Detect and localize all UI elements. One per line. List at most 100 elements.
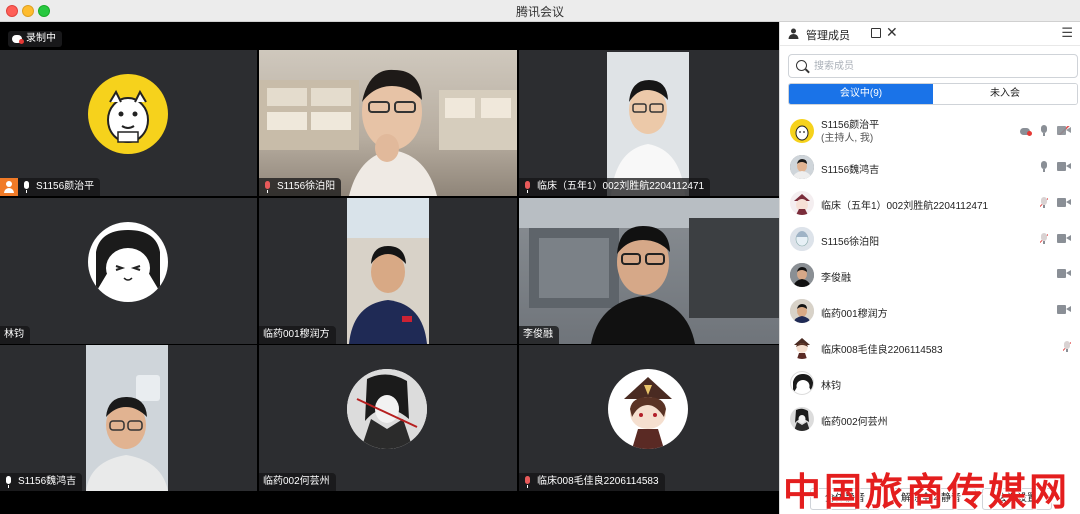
microphone-icon[interactable] [1040,161,1048,172]
list-item[interactable]: S1156颜治平 (主持人, 我) [780,113,1080,149]
members-icon [788,28,799,39]
member-name: 临药002何芸州 [821,417,888,428]
video-tile[interactable]: 林钧 [0,198,257,344]
avatar [790,263,814,287]
avatar [790,227,814,251]
participant-name: S1156颜治平 [36,181,95,192]
video-tile[interactable]: 李俊融 [519,198,779,344]
participant-name-label: 林钧 [0,326,30,344]
participant-name: 临药001穆润方 [263,329,330,340]
list-item[interactable]: 李俊融 [780,257,1080,293]
video-tile[interactable]: S1156魏鸿吉 [0,345,257,491]
tab-in-meeting[interactable]: 会议中(9) [789,84,933,104]
video-tile[interactable]: S1156颜治平 [0,50,257,196]
members-panel: 管理成员 ✕ ☰ 会议中(9) 未入会 S1156颜治平 (主持人, 我) [779,22,1080,514]
video-tile[interactable]: 临床008毛佳良2206114583 [519,345,779,491]
member-role: (主持人, 我) [821,133,874,144]
member-name: 临床008毛佳良2206114583 [821,345,943,356]
video-tile[interactable]: 临药001穆润方 [259,198,517,344]
cloud-record-icon [12,35,24,44]
video-tile[interactable]: 临药002何芸州 [259,345,517,491]
avatar [790,191,814,215]
tab-not-joined[interactable]: 未入会 [933,84,1077,104]
menu-icon[interactable]: ☰ [1061,26,1073,40]
participant-name: 临药002何芸州 [263,476,330,487]
member-status-icons [1020,125,1071,136]
microphone-muted-icon[interactable] [1040,233,1048,244]
participant-name-label: S1156魏鸿吉 [0,473,83,491]
microphone-icon [22,181,31,193]
avatar [790,335,814,359]
member-name: 临床（五年1）002刘胜航2204112471 [821,201,989,212]
microphone-icon[interactable] [1040,125,1048,136]
video-tile[interactable]: 临床（五年1）002刘胜航2204112471 [519,50,779,196]
participant-name-label: S1156颜治平 [0,178,101,196]
panel-header: 管理成员 ✕ ☰ [780,22,1080,46]
video-grid: S1156颜治平 S1156徐泊阳 临床（五年1）002刘胜航220411247… [0,22,779,514]
list-item[interactable]: 临床008毛佳良2206114583 [780,329,1080,365]
watermark-text: 中国旅商传媒网 [783,469,1071,514]
list-item[interactable]: 临床（五年1）002刘胜航2204112471 [780,185,1080,221]
video-tile[interactable]: S1156徐泊阳 [259,50,517,196]
member-name: 临药001穆润方 [821,309,888,320]
list-item[interactable]: S1156徐泊阳 [780,221,1080,257]
camera-icon[interactable] [1057,305,1071,314]
participant-name: S1156徐泊阳 [277,181,336,192]
camera-icon[interactable] [1057,162,1071,171]
close-icon[interactable]: ✕ [886,24,898,40]
camera-icon[interactable] [1057,234,1071,243]
camera-off-icon[interactable] [1057,126,1071,135]
avatar [608,369,688,449]
avatar [88,222,168,302]
search-icon [796,60,807,71]
cloud-record-icon [1020,127,1032,136]
member-search[interactable] [788,54,1078,78]
avatar [790,299,814,323]
member-status-icons [1040,197,1071,208]
participant-name: 林钧 [4,329,24,340]
participant-name: S1156魏鸿吉 [18,476,77,487]
recording-indicator[interactable]: 录制中 [8,31,62,47]
avatar [790,119,814,143]
participant-name: 临床（五年1）002刘胜航2204112471 [537,181,705,192]
microphone-muted-icon[interactable] [1063,341,1071,352]
member-status-icons [1040,161,1071,172]
window-title: 腾讯会议 [515,5,564,19]
member-name: 李俊融 [821,273,851,284]
avatar [790,155,814,179]
list-item[interactable]: 临药001穆润方 [780,293,1080,329]
participant-name-label: 临药001穆润方 [259,326,336,344]
member-list: S1156颜治平 (主持人, 我) S1156魏鸿吉 临床（五年1）002刘胜航… [780,113,1080,437]
camera-icon[interactable] [1057,269,1071,278]
participant-video [259,50,517,196]
avatar [790,371,814,395]
participant-name-label: S1156徐泊阳 [259,178,342,196]
participant-name-label: 临床008毛佳良2206114583 [519,473,665,491]
camera-icon[interactable] [1057,198,1071,207]
panel-title: 管理成员 [806,30,850,42]
microphone-muted-icon [523,181,532,193]
search-input[interactable] [814,58,1064,74]
participant-video [86,345,168,491]
avatar [347,369,427,449]
member-name: 林钧 [821,381,841,392]
microphone-muted-icon[interactable] [1040,197,1048,208]
title-bar: 腾讯会议 [0,0,1080,22]
microphone-muted-icon [263,181,272,193]
participant-name-label: 李俊融 [519,326,559,344]
participant-name: 临床008毛佳良2206114583 [537,476,659,487]
member-name: S1156颜治平 (主持人, 我) [821,119,879,145]
list-item[interactable]: 临药002何芸州 [780,401,1080,437]
member-name-text: S1156颜治平 [821,120,880,131]
member-tabs: 会议中(9) 未入会 [788,83,1078,105]
list-item[interactable]: 林钧 [780,365,1080,401]
microphone-muted-icon [523,476,532,488]
avatar [790,407,814,431]
participant-name-label: 临床（五年1）002刘胜航2204112471 [519,178,711,196]
avatar [88,74,168,154]
list-item[interactable]: S1156魏鸿吉 [780,149,1080,185]
participant-video [347,198,429,344]
recording-label: 录制中 [26,33,56,44]
participant-video [519,198,779,344]
pop-out-icon[interactable] [871,28,881,38]
